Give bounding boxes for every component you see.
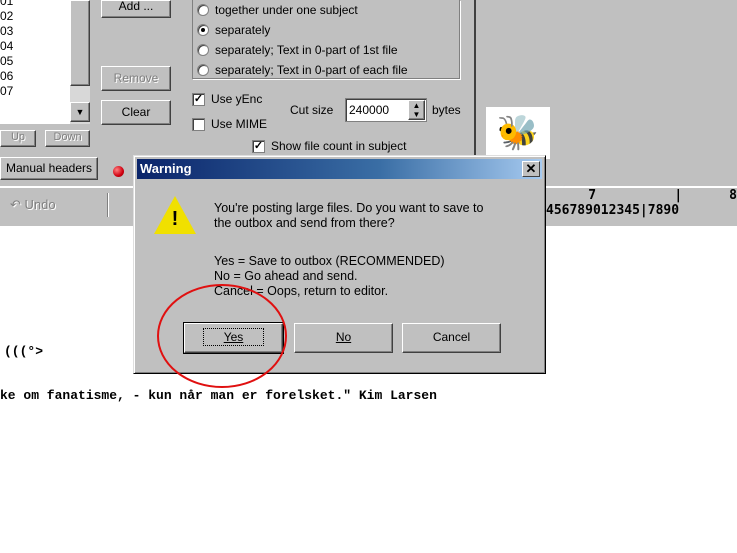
cut-size-value: 240000 <box>349 103 390 117</box>
bytes-label: bytes <box>432 103 461 117</box>
checkmark-icon: ✓ <box>252 139 265 153</box>
mascot-image: 🐝 <box>486 107 550 159</box>
toolbar-separator <box>107 193 109 217</box>
cut-size-label: Cut size <box>290 103 334 117</box>
radio-separately[interactable]: separately <box>197 22 270 38</box>
radio-label: separately; Text in 0-part of 1st file <box>215 43 398 57</box>
no-button[interactable]: No <box>294 323 393 353</box>
ruler-numbers: 7 | 8 <box>588 188 737 203</box>
warning-glyph: ! <box>171 208 179 230</box>
status-led-icon <box>113 166 124 177</box>
radio-separately-first[interactable]: separately; Text in 0-part of 1st file <box>197 42 398 58</box>
ruler-digits: 456789012345|7890 <box>546 203 680 218</box>
remove-button[interactable]: Remove <box>101 66 171 91</box>
radio-label: separately <box>215 23 271 37</box>
use-yenc-checkbox[interactable]: ✓ Use yEnc <box>192 92 262 106</box>
radio-separately-each[interactable]: separately; Text in 0-part of each file <box>197 62 408 78</box>
tab-manual-headers[interactable]: Manual headers <box>0 157 98 180</box>
highlight-circle <box>157 284 287 388</box>
checkbox-label: Use MIME <box>211 117 268 131</box>
radio-label: together under one subject <box>215 3 358 17</box>
spin-updown-icon[interactable]: ▲ ▼ <box>408 100 425 120</box>
list-item[interactable]: 04 <box>0 39 70 54</box>
down-button[interactable]: Down <box>45 130 90 147</box>
use-mime-checkbox[interactable]: Use MIME <box>192 117 267 131</box>
radio-label: separately; Text in 0-part of each file <box>215 63 408 77</box>
radio-icon <box>197 4 209 16</box>
checkbox-empty-icon <box>192 117 205 131</box>
dialog-message: You're posting large files. Do you want … <box>214 201 484 230</box>
undo-label: Undo <box>24 197 56 212</box>
list-item[interactable]: 07 <box>0 84 70 99</box>
radio-icon <box>197 64 209 76</box>
show-file-count-checkbox[interactable]: ✓ Show file count in subject <box>252 139 406 153</box>
checkbox-label: Show file count in subject <box>271 139 407 153</box>
scroll-thumb[interactable] <box>70 0 90 86</box>
list-item[interactable]: 05 <box>0 54 70 69</box>
dialog-title: Warning <box>140 161 192 176</box>
list-item[interactable]: 03 <box>0 24 70 39</box>
scroll-down-arrow-icon[interactable]: ▼ <box>70 102 90 122</box>
cut-size-input[interactable]: 240000 ▲ ▼ <box>345 98 427 122</box>
dialog-title-bar: Warning ✕ <box>137 159 542 179</box>
editor-line: (((°> <box>4 344 44 359</box>
list-scrollbar[interactable]: ▼ <box>70 0 90 124</box>
list-item[interactable]: 02 <box>0 9 70 24</box>
close-icon[interactable]: ✕ <box>522 161 540 177</box>
undo-button[interactable]: ↶ Undo <box>10 197 56 213</box>
list-item[interactable]: 01 <box>0 0 70 9</box>
clear-button[interactable]: Clear <box>101 100 171 125</box>
cancel-button[interactable]: Cancel <box>402 323 501 353</box>
undo-icon: ↶ <box>10 197 21 212</box>
ruler: 7 | 8 456789012345|7890 <box>546 188 737 218</box>
up-button[interactable]: Up <box>0 130 36 147</box>
add-button[interactable]: Add ... <box>101 0 171 18</box>
checkmark-icon: ✓ <box>192 92 205 106</box>
radio-icon <box>197 44 209 56</box>
radio-together[interactable]: together under one subject <box>197 2 358 18</box>
file-list[interactable]: 01 02 03 04 05 06 07 <box>0 0 70 124</box>
list-item[interactable]: 06 <box>0 69 70 84</box>
checkbox-label: Use yEnc <box>211 92 263 106</box>
radio-selected-icon <box>197 24 209 36</box>
